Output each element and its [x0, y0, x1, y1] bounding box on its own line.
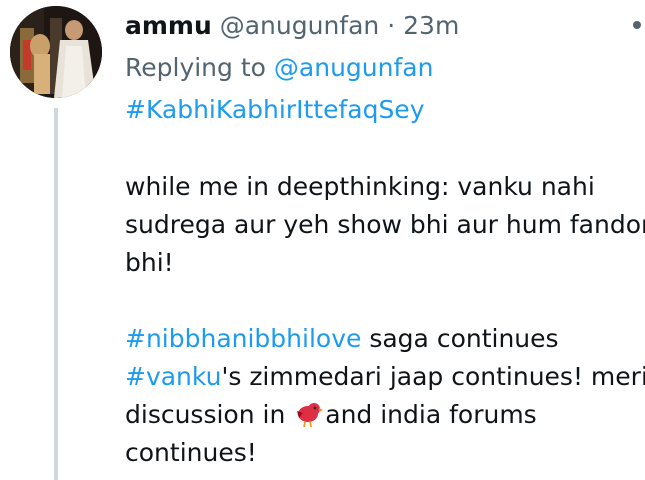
line-6-pre: discussion in — [125, 400, 294, 429]
tweet-text-line-7: continues! — [125, 438, 257, 467]
more-dot-icon[interactable] — [633, 21, 641, 29]
red-bird-emoji-icon — [297, 403, 324, 428]
line-4-rest: saga continues — [361, 324, 559, 353]
top-hashtag-line: #KabhiKabhirIttefaqSey — [125, 92, 425, 128]
hashtag-vanku[interactable]: #vanku — [125, 362, 221, 391]
user-handle[interactable]: @anugunfan — [220, 11, 380, 40]
tweet-body: while me in deepthinking: vanku nahi sud… — [125, 168, 645, 472]
separator: · — [387, 11, 396, 40]
avatar[interactable] — [10, 6, 102, 98]
tweet-text-line-5: #vanku's zimmedari jaap continues! meri — [125, 358, 645, 396]
replying-label: Replying to — [125, 53, 266, 82]
timestamp[interactable]: 23m — [403, 11, 459, 40]
replying-to: Replying to @anugunfan — [125, 50, 433, 86]
tweet-text-line-3: bhi! — [125, 248, 174, 277]
tweet-text-line-6: discussion in and india forums — [125, 396, 645, 434]
display-name[interactable]: ammu — [125, 11, 212, 40]
hashtag-nibbhanibbhilove[interactable]: #nibbhanibbhilove — [125, 324, 361, 353]
tweet[interactable]: ammu @anugunfan · 23m Replying to @anugu… — [0, 0, 645, 480]
line-5-rest: 's zimmedari jaap continues! meri — [221, 362, 645, 391]
avatar-image — [10, 6, 102, 98]
tweet-header: ammu @anugunfan · 23m — [125, 8, 459, 44]
tweet-text-line-2: sudrega aur yeh show bhi aur hum fandom — [125, 210, 645, 239]
hashtag-kabhikabhirittefaqsey[interactable]: #KabhiKabhirIttefaqSey — [125, 95, 425, 124]
replying-to-handle[interactable]: @anugunfan — [274, 53, 434, 82]
tweet-text-line-4: #nibbhanibbhilove saga continues — [125, 320, 645, 358]
thread-line — [54, 108, 58, 480]
tweet-text-line-1: while me in deepthinking: vanku nahi — [125, 172, 595, 201]
line-6-post: and india forums — [325, 400, 537, 429]
